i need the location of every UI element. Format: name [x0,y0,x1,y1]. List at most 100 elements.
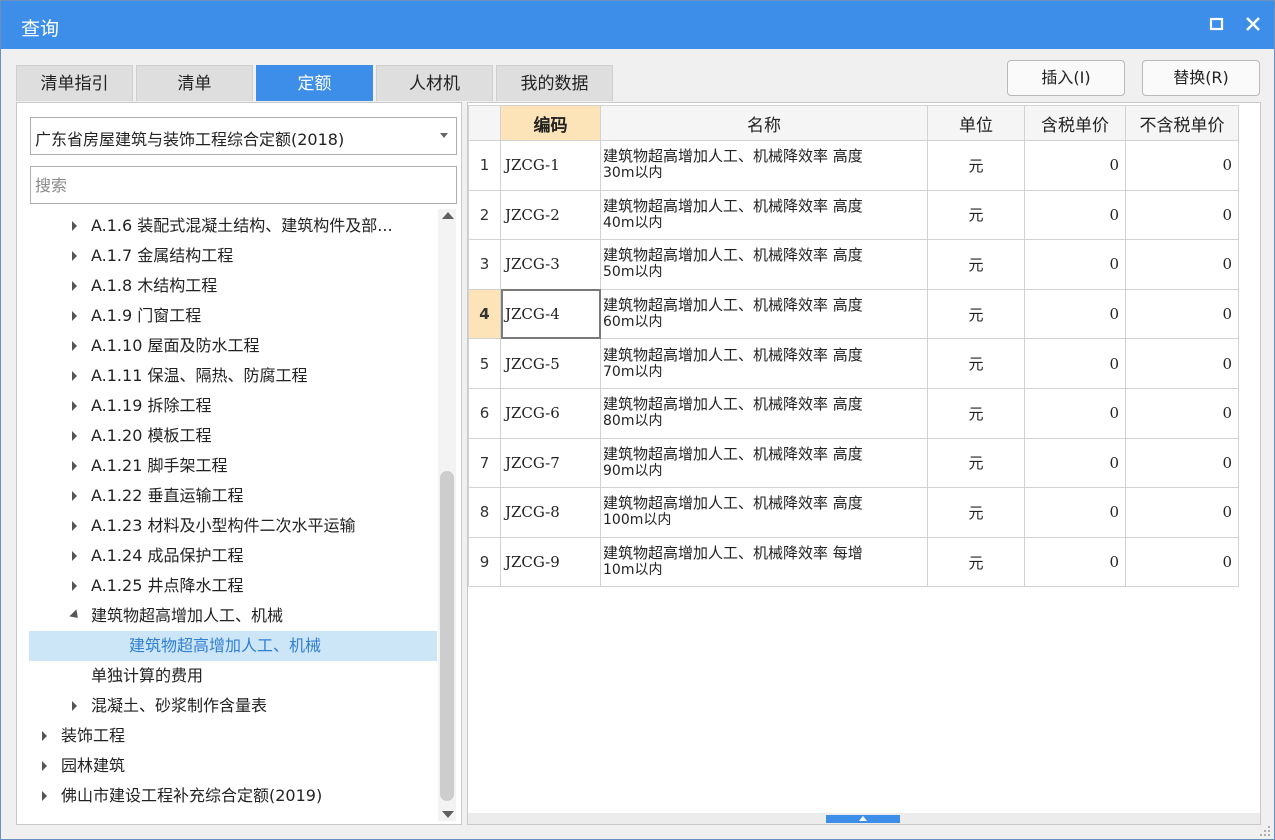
price-without-tax[interactable]: 0 [1125,387,1239,439]
table-row[interactable]: 4 JZCG-4 建筑物超高增加人工、机械降效率 高度 60m以内元 0 0 [468,288,1239,340]
row-number[interactable]: 3 [468,239,501,290]
scroll-handle-up-icon[interactable] [826,815,900,823]
tab-labor-material-machine[interactable]: 人材机 [376,65,493,101]
price-without-tax[interactable]: 0 [1125,239,1239,290]
search-input[interactable] [30,166,457,204]
caret-right-icon[interactable] [39,721,51,751]
price-without-tax[interactable]: 0 [1125,189,1239,241]
quota-name[interactable]: 建筑物超高增加人工、机械降效率 高度 70m以内 [600,338,928,389]
price-without-tax[interactable]: 0 [1125,437,1239,489]
table-row[interactable]: 5 JZCG-5 建筑物超高增加人工、机械降效率 高度 70m以内元 0 0 [468,338,1239,389]
quota-name[interactable]: 建筑物超高增加人工、机械降效率 高度 100m以内 [600,487,928,538]
col-header-unit[interactable]: 单位 [927,105,1025,141]
quota-unit[interactable]: 元 [927,189,1025,241]
caret-right-icon[interactable] [69,511,81,541]
maximize-icon[interactable] [1206,13,1228,35]
price-without-tax[interactable]: 0 [1125,536,1239,588]
price-with-tax[interactable]: 0 [1024,140,1126,191]
quota-code[interactable]: JZCG-9 [500,536,601,588]
row-number[interactable]: 4 [468,288,501,340]
caret-right-icon[interactable] [69,481,81,511]
price-without-tax[interactable]: 0 [1125,487,1239,538]
resize-grip-icon[interactable] [1258,823,1272,837]
quota-code[interactable]: JZCG-2 [500,189,601,241]
row-number[interactable]: 7 [468,437,501,489]
row-number[interactable]: 2 [468,189,501,241]
quota-code[interactable]: JZCG-8 [500,487,601,538]
col-header-price-notax[interactable]: 不含税单价 [1125,105,1239,141]
table-row[interactable]: 3 JZCG-3 建筑物超高增加人工、机械降效率 高度 50m以内元 0 0 [468,239,1239,290]
quota-unit[interactable]: 元 [927,140,1025,191]
quota-name[interactable]: 建筑物超高增加人工、机械降效率 每增 10m以内 [600,536,928,588]
price-without-tax[interactable]: 0 [1125,140,1239,191]
table-row[interactable]: 8 JZCG-8 建筑物超高增加人工、机械降效率 高度 100m以内元 0 0 [468,487,1239,538]
tab-my-data[interactable]: 我的数据 [496,65,613,101]
price-with-tax[interactable]: 0 [1024,338,1126,389]
tab-bill[interactable]: 清单 [136,65,253,101]
library-select[interactable]: 广东省房屋建筑与装饰工程综合定额(2018) [30,117,457,155]
caret-right-icon[interactable] [39,751,51,781]
col-header-name[interactable]: 名称 [600,105,928,141]
quota-code[interactable]: JZCG-3 [500,239,601,290]
chevron-down-icon[interactable] [440,133,448,138]
quota-unit[interactable]: 元 [927,437,1025,489]
quota-code[interactable]: JZCG-1 [500,140,601,191]
caret-right-icon[interactable] [69,571,81,601]
quota-name[interactable]: 建筑物超高增加人工、机械降效率 高度 80m以内 [600,387,928,439]
close-icon[interactable] [1242,13,1264,35]
tab-quota[interactable]: 定额 [256,65,373,101]
price-with-tax[interactable]: 0 [1024,437,1126,489]
caret-right-icon[interactable] [69,301,81,331]
price-without-tax[interactable]: 0 [1125,288,1239,340]
caret-right-icon[interactable] [39,781,51,811]
scroll-down-icon[interactable] [442,811,454,818]
caret-right-icon[interactable] [69,541,81,571]
caret-right-icon[interactable] [69,361,81,391]
insert-button[interactable]: 插入(I) [1007,60,1125,96]
quota-name[interactable]: 建筑物超高增加人工、机械降效率 高度 40m以内 [600,189,928,241]
quota-name[interactable]: 建筑物超高增加人工、机械降效率 高度 30m以内 [600,140,928,191]
row-number[interactable]: 9 [468,536,501,588]
row-number[interactable]: 5 [468,338,501,389]
row-number[interactable]: 8 [468,487,501,538]
caret-right-icon[interactable] [69,421,81,451]
table-row[interactable]: 7 JZCG-7 建筑物超高增加人工、机械降效率 高度 90m以内元 0 0 [468,437,1239,489]
table-row[interactable]: 2 JZCG-2 建筑物超高增加人工、机械降效率 高度 40m以内元 0 0 [468,189,1239,241]
quota-code[interactable]: JZCG-7 [500,437,601,489]
quota-name[interactable]: 建筑物超高增加人工、机械降效率 高度 60m以内 [600,288,928,340]
quota-name[interactable]: 建筑物超高增加人工、机械降效率 高度 50m以内 [600,239,928,290]
quota-code[interactable]: JZCG-4 [500,288,601,340]
caret-right-icon[interactable] [69,211,81,241]
price-without-tax[interactable]: 0 [1125,338,1239,389]
caret-right-icon[interactable] [69,451,81,481]
col-header-code[interactable]: 编码 [500,105,601,141]
price-with-tax[interactable]: 0 [1024,189,1126,241]
scroll-up-icon[interactable] [442,212,454,219]
caret-right-icon[interactable] [69,271,81,301]
price-with-tax[interactable]: 0 [1024,387,1126,439]
quota-code[interactable]: JZCG-6 [500,387,601,439]
title-bar[interactable]: 查询 [1,1,1274,49]
caret-right-icon[interactable] [69,241,81,271]
row-number[interactable]: 1 [468,140,501,191]
tree-node[interactable]: 建筑物超高增加人工、机械 [29,631,437,661]
quota-unit[interactable]: 元 [927,487,1025,538]
scroll-thumb[interactable] [440,471,454,801]
caret-right-icon[interactable] [69,391,81,421]
table-row[interactable]: 9 JZCG-9 建筑物超高增加人工、机械降效率 每增 10m以内元 0 0 [468,536,1239,588]
table-row[interactable]: 6 JZCG-6 建筑物超高增加人工、机械降效率 高度 80m以内元 0 0 [468,387,1239,439]
table-row[interactable]: 1 JZCG-1 建筑物超高增加人工、机械降效率 高度 30m以内元 0 0 [468,140,1239,191]
quota-unit[interactable]: 元 [927,387,1025,439]
price-with-tax[interactable]: 0 [1024,239,1126,290]
tree-scrollbar[interactable] [438,209,456,821]
quota-name[interactable]: 建筑物超高增加人工、机械降效率 高度 90m以内 [600,437,928,489]
quota-unit[interactable]: 元 [927,338,1025,389]
price-with-tax[interactable]: 0 [1024,536,1126,588]
caret-right-icon[interactable] [69,331,81,361]
quota-code[interactable]: JZCG-5 [500,338,601,389]
quota-unit[interactable]: 元 [927,239,1025,290]
row-number[interactable]: 6 [468,387,501,439]
quota-unit[interactable]: 元 [927,288,1025,340]
col-header-price-tax[interactable]: 含税单价 [1024,105,1126,141]
quota-unit[interactable]: 元 [927,536,1025,588]
